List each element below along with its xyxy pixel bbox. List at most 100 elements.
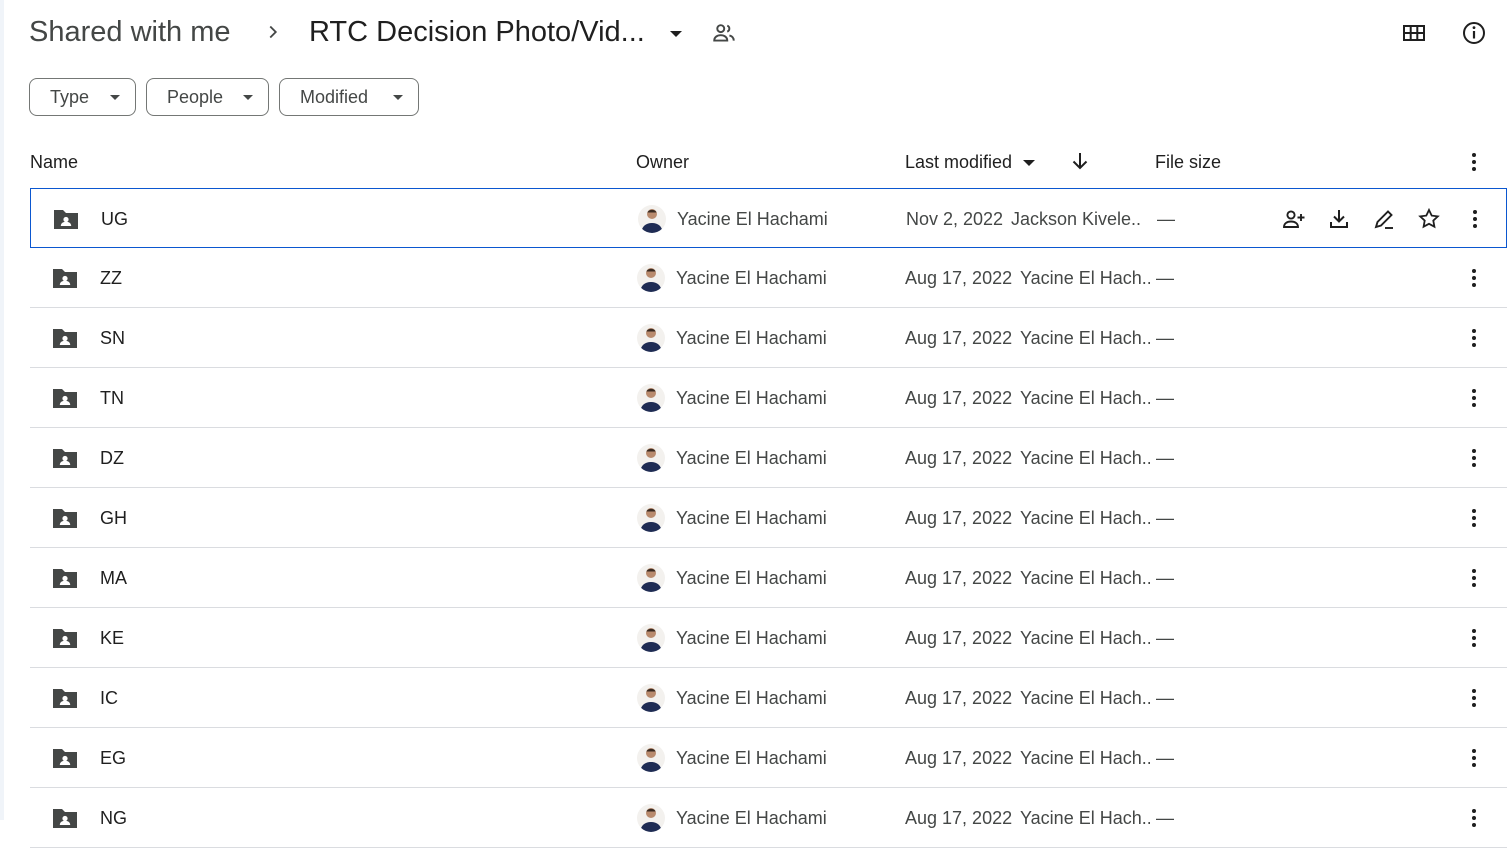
caret-down-icon[interactable] [1021,155,1037,171]
avatar [638,205,666,233]
more-vert-icon[interactable] [1462,686,1486,710]
caret-down-icon [110,95,120,100]
more-vert-icon[interactable] [1462,746,1486,770]
column-header-last-modified[interactable]: Last modified [905,150,1012,174]
table-row[interactable]: NG Yacine El Hachami Aug 17, 2022 Yacine El… [30,788,1507,848]
header: Shared with me RTC Decision Photo/Vid... [0,0,1511,64]
star-icon[interactable] [1416,206,1442,232]
shared-folder-icon [51,266,79,290]
owner-name: Yacine El Hachami [676,808,827,828]
folder-name[interactable]: DZ [100,446,124,470]
info-icon[interactable] [1459,18,1489,48]
breadcrumb-root[interactable]: Shared with me [29,12,231,52]
folder-name[interactable]: ZZ [100,266,122,290]
table-row[interactable]: KE Yacine El Hachami Aug 17, 2022 Yacine El… [30,608,1507,668]
more-vert-icon[interactable] [1462,806,1486,830]
file-size: — [1156,328,1174,348]
more-vert-icon[interactable] [1462,566,1486,590]
share-icon[interactable] [1281,206,1307,232]
file-size: — [1156,508,1174,528]
avatar [637,324,665,352]
folder-name[interactable]: IC [100,686,118,710]
folder-name[interactable]: SN [100,326,125,350]
more-vert-icon[interactable] [1463,207,1487,231]
more-vert-icon[interactable] [1462,386,1486,410]
file-size: — [1157,209,1175,229]
more-vert-icon[interactable] [1462,266,1486,290]
last-modified-by: Yacine El Hach... [1020,748,1150,768]
shared-folder-icon [51,806,79,830]
table-row[interactable]: DZ Yacine El Hachami Aug 17, 2022 Yacine El… [30,428,1507,488]
folder-name[interactable]: KE [100,626,124,650]
breadcrumb-current-folder[interactable]: RTC Decision Photo/Vid... [309,12,645,52]
type-filter-label: Type [50,86,90,107]
column-header-owner[interactable]: Owner [636,150,689,174]
owner-name: Yacine El Hachami [676,388,827,408]
last-modified-by: Yacine El Hach... [1020,268,1150,288]
last-modified-by: Yacine El Hach... [1020,808,1150,828]
last-modified-date: Aug 17, 2022 [905,448,1013,468]
last-modified-date: Aug 17, 2022 [905,328,1013,348]
download-icon[interactable] [1326,206,1352,232]
file-size: — [1156,628,1174,648]
sort-descending-icon[interactable] [1069,150,1091,172]
table-row[interactable]: UG Yacine El Hachami Nov 2, 2022 Jackson Ki… [30,188,1507,248]
caret-down-icon [393,95,403,100]
file-size: — [1156,808,1174,828]
grid-view-icon[interactable] [1399,18,1429,48]
left-gutter [0,0,4,820]
owner-name: Yacine El Hachami [676,628,827,648]
column-header-name[interactable]: Name [30,150,78,174]
table-row[interactable]: GH Yacine El Hachami Aug 17, 2022 Yacine El… [30,488,1507,548]
last-modified-by: Jackson Kivele... [1011,209,1141,229]
more-vert-icon[interactable] [1462,626,1486,650]
rename-icon[interactable] [1371,206,1397,232]
shared-folder-icon [51,506,79,530]
table-row[interactable]: ZZ Yacine El Hachami Aug 17, 2022 Yacine El… [30,248,1507,308]
shared-folder-icon [51,746,79,770]
last-modified-date: Aug 17, 2022 [905,628,1013,648]
caret-down-icon[interactable] [666,24,686,44]
more-vert-icon[interactable] [1462,506,1486,530]
last-modified-date: Aug 17, 2022 [905,388,1013,408]
shared-people-icon[interactable] [711,20,737,46]
avatar [637,744,665,772]
modified-filter-chip[interactable]: Modified [279,78,419,116]
column-header-file-size[interactable]: File size [1155,150,1221,174]
folder-name[interactable]: UG [101,207,128,231]
last-modified-by: Yacine El Hach... [1020,448,1150,468]
table-row[interactable]: SN Yacine El Hachami Aug 17, 2022 Yacine El… [30,308,1507,368]
people-filter-label: People [167,86,224,107]
table-row[interactable]: IC Yacine El Hachami Aug 17, 2022 Yacine El… [30,668,1507,728]
owner-name: Yacine El Hachami [676,268,827,288]
folder-name[interactable]: GH [100,506,127,530]
file-size: — [1156,568,1174,588]
more-vert-icon[interactable] [1462,326,1486,350]
type-filter-chip[interactable]: Type [29,78,136,116]
folder-name[interactable]: EG [100,746,126,770]
shared-folder-icon [51,566,79,590]
folder-name[interactable]: MA [100,566,127,590]
avatar [637,264,665,292]
last-modified-date: Nov 2, 2022 [906,209,1004,229]
last-modified-by: Yacine El Hach... [1020,508,1150,528]
folder-name[interactable]: TN [100,386,124,410]
people-filter-chip[interactable]: People [146,78,269,116]
last-modified-date: Aug 17, 2022 [905,508,1013,528]
more-vert-icon[interactable] [1462,446,1486,470]
modified-filter-label: Modified [300,86,369,107]
last-modified-date: Aug 17, 2022 [905,568,1013,588]
file-size: — [1156,748,1174,768]
folder-name[interactable]: NG [100,806,127,830]
chevron-right-icon [269,25,278,39]
shared-folder-icon [51,446,79,470]
caret-down-icon [243,95,253,100]
more-vert-icon[interactable] [1462,150,1486,174]
avatar [637,384,665,412]
table-row[interactable]: TN Yacine El Hachami Aug 17, 2022 Yacine El… [30,368,1507,428]
owner-name: Yacine El Hachami [676,568,827,588]
table-row[interactable]: EG Yacine El Hachami Aug 17, 2022 Yacine El… [30,728,1507,788]
owner-name: Yacine El Hachami [676,748,827,768]
avatar [637,504,665,532]
table-row[interactable]: MA Yacine El Hachami Aug 17, 2022 Yacine El… [30,548,1507,608]
